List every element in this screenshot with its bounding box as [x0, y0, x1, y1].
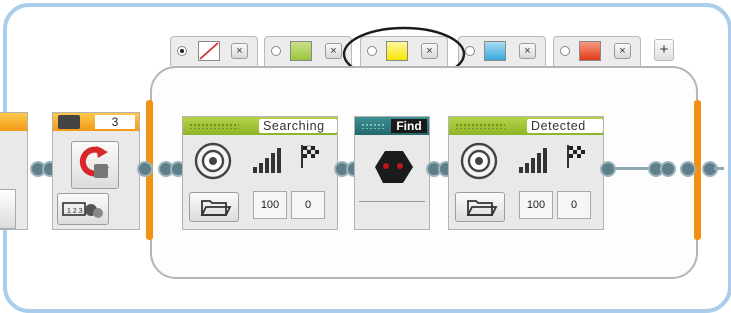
- sound-header: Searching: [183, 117, 337, 135]
- ir-sensor-icon: [375, 151, 413, 183]
- case-radio[interactable]: [560, 46, 570, 56]
- tab-close-button[interactable]: ×: [519, 43, 536, 59]
- loop-counter[interactable]: 3: [95, 115, 135, 129]
- no-color-swatch: [198, 41, 220, 61]
- sound-header: Detected: [449, 117, 603, 135]
- loop-arrow-icon: [79, 146, 109, 178]
- tab-no-color[interactable]: ×: [170, 36, 258, 66]
- volume-value[interactable]: 100: [253, 191, 287, 219]
- sound-file-label[interactable]: Detected: [527, 119, 603, 133]
- checkered-flag-icon: [567, 145, 585, 168]
- sequence-wire: [714, 167, 724, 170]
- partial-block-left[interactable]: [0, 112, 28, 230]
- sound-block-detected[interactable]: Detected 100 0: [448, 116, 604, 230]
- find-header: Find: [355, 117, 429, 135]
- loop-mode-icon[interactable]: [58, 115, 80, 129]
- checkered-flag-icon: [301, 145, 319, 168]
- case-radio[interactable]: [177, 46, 187, 56]
- volume-value[interactable]: 100: [519, 191, 553, 219]
- sequence-plug[interactable]: [137, 161, 153, 177]
- file-open-button[interactable]: [455, 192, 505, 222]
- ruler-sensor-icon: 1 2 3: [62, 202, 103, 218]
- green-swatch: [290, 41, 312, 61]
- sequence-plug[interactable]: [660, 161, 676, 177]
- file-open-button[interactable]: [189, 192, 239, 222]
- red-swatch: [579, 41, 601, 61]
- blue-swatch: [484, 41, 506, 61]
- svg-text:1 2 3: 1 2 3: [67, 208, 83, 215]
- tab-close-button[interactable]: ×: [614, 43, 631, 59]
- sequence-wire: [614, 167, 650, 170]
- play-type-value[interactable]: 0: [291, 191, 325, 219]
- volume-icon: [253, 148, 281, 173]
- tab-close-button[interactable]: ×: [231, 43, 248, 59]
- sequence-plug[interactable]: [680, 161, 696, 177]
- no-color-slash-icon: [199, 42, 219, 60]
- find-label[interactable]: Find: [391, 119, 427, 133]
- speaker-icon: [460, 142, 498, 180]
- header-grip: [455, 123, 505, 129]
- sound-file-label[interactable]: Searching: [259, 119, 337, 133]
- partial-block-header: [0, 113, 27, 131]
- tab-blue[interactable]: ×: [458, 36, 546, 66]
- tab-red[interactable]: ×: [553, 36, 641, 66]
- find-divider: [359, 201, 425, 202]
- folder-icon: [466, 200, 498, 216]
- folder-icon: [200, 200, 232, 216]
- speaker-icon: [194, 142, 232, 180]
- add-case-button[interactable]: +: [654, 39, 674, 61]
- partial-block-body: [0, 189, 16, 229]
- case-radio[interactable]: [271, 46, 281, 56]
- loop-block[interactable]: 3 1 2 3: [52, 112, 140, 230]
- header-grip: [361, 123, 385, 129]
- loop-rotate-icon[interactable]: [71, 141, 119, 189]
- tab-green[interactable]: ×: [264, 36, 352, 66]
- loop-sensor-selector[interactable]: 1 2 3: [57, 193, 109, 225]
- volume-icon: [519, 148, 547, 173]
- sound-block-searching[interactable]: Searching 100 0: [182, 116, 338, 230]
- play-type-value[interactable]: 0: [557, 191, 591, 219]
- header-grip: [189, 123, 239, 129]
- find-block[interactable]: Find: [354, 116, 430, 230]
